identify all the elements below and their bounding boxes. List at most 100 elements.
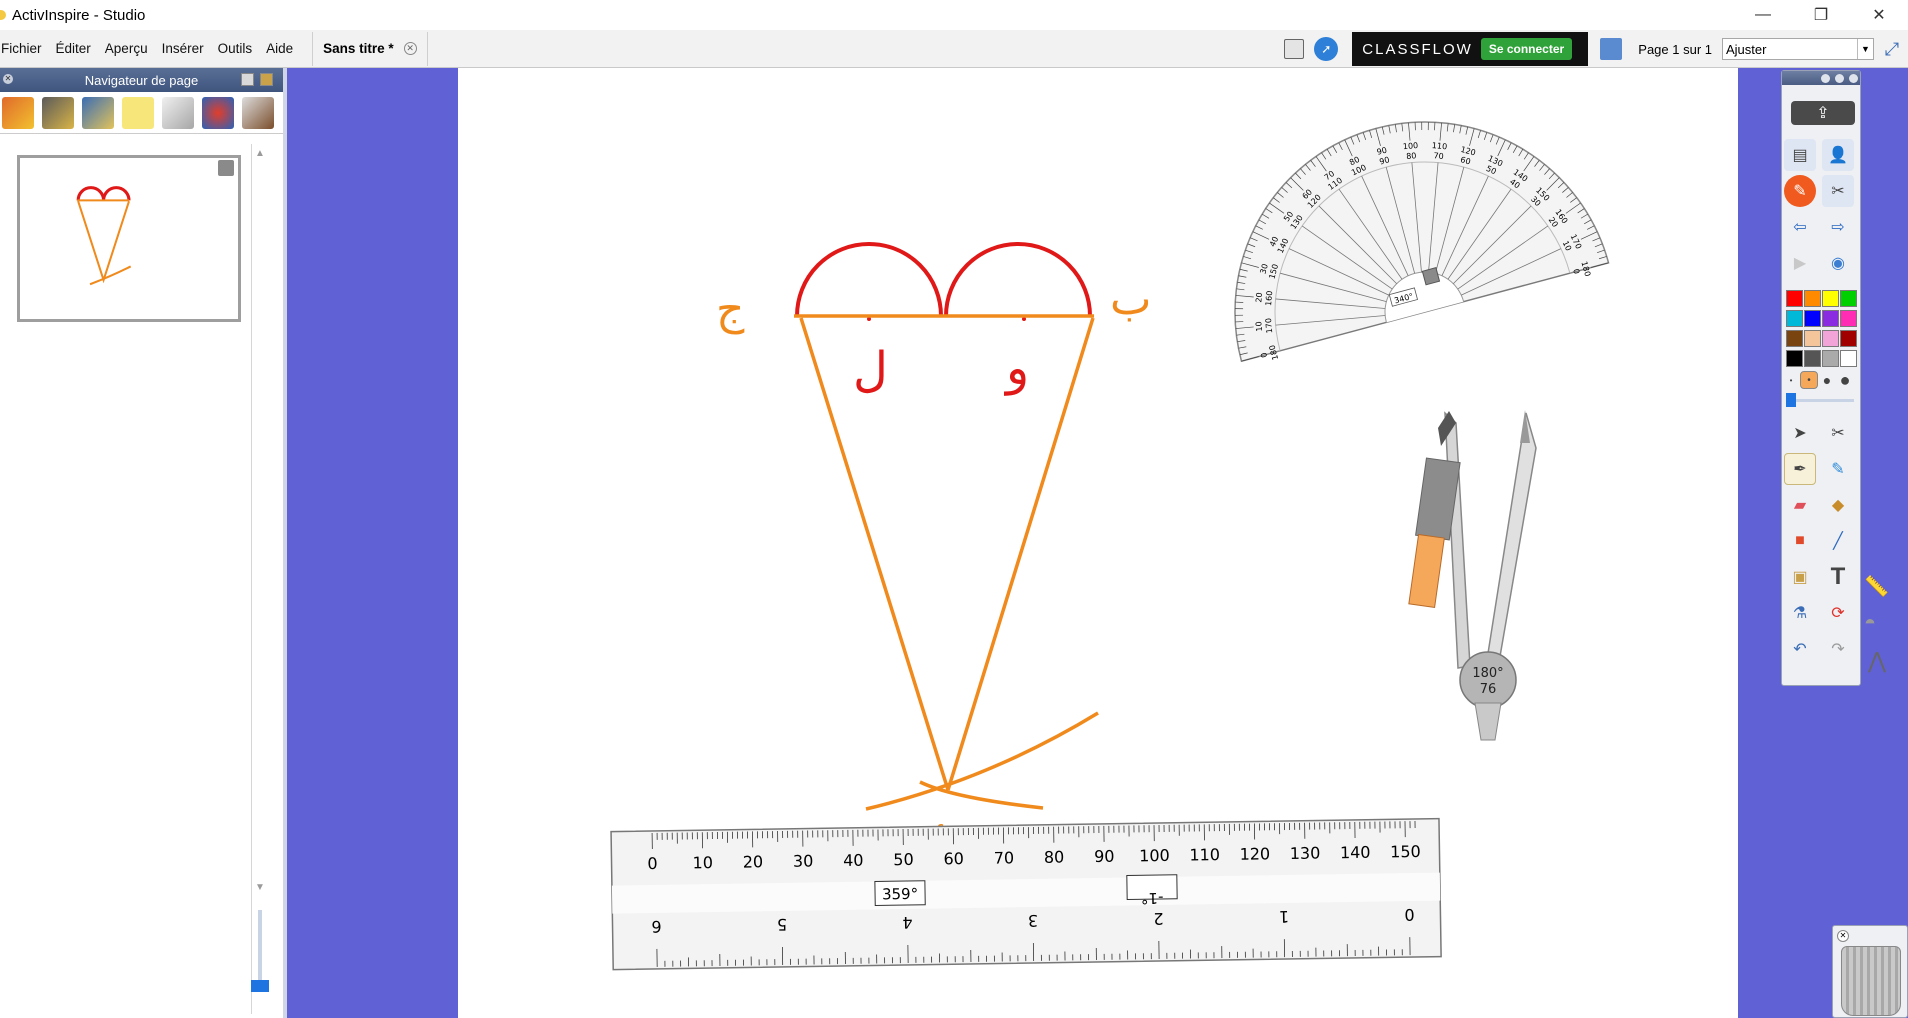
pen-icon[interactable]: ✒ [1784, 453, 1816, 485]
minimize-button[interactable]: — [1734, 0, 1792, 30]
select-icon[interactable]: ➤ [1784, 417, 1816, 449]
menu-apercu[interactable]: Aperçu [104, 41, 159, 56]
thumbnail-zoom-slider[interactable] [251, 900, 269, 1010]
redo-icon[interactable]: ↷ [1822, 633, 1854, 665]
ruler-cm-label: 80 [1044, 848, 1065, 867]
objects-icon[interactable] [82, 96, 114, 129]
previous-page-icon[interactable]: ⇦ [1784, 211, 1816, 243]
slider-handle[interactable] [251, 980, 269, 992]
zoom-select[interactable]: Ajuster ▼ [1722, 38, 1874, 60]
connector-icon[interactable]: ╱ [1822, 525, 1854, 557]
pin-icon[interactable] [260, 73, 273, 86]
menu-fichier[interactable]: Fichier [0, 41, 53, 56]
trash-icon[interactable] [1841, 946, 1901, 1016]
pen-mode-icon[interactable]: ✎ [1784, 175, 1816, 207]
ruler-icon[interactable]: 📏 [1864, 574, 1896, 604]
menu-outils[interactable]: Outils [217, 41, 264, 56]
next-page-icon[interactable]: ⇨ [1822, 211, 1854, 243]
color-pink[interactable] [1822, 330, 1839, 347]
pen-size-3-icon[interactable]: ● [1818, 371, 1836, 389]
pages-icon[interactable] [2, 96, 34, 129]
ruler-tool[interactable]: 0 10 20 30 40 50 60 70 80 90 100 110 120 130 140 150 65… [610, 817, 1442, 971]
trash-close-icon[interactable]: ✕ [1837, 930, 1849, 942]
pen-size-1-icon[interactable]: • [1782, 371, 1800, 389]
flipchart-canvas[interactable]: ج ب ل و أ 018010170201603015040140501306… [458, 68, 1738, 1018]
eraser-icon[interactable]: ▰ [1784, 489, 1816, 521]
play-icon[interactable]: ▶ [1784, 247, 1816, 279]
color-white[interactable] [1840, 350, 1857, 367]
tab-document[interactable]: Sans titre * ✕ [312, 31, 428, 66]
toolbox-pin-icon[interactable] [1835, 73, 1844, 83]
protractor-icon[interactable]: ◓ [1864, 612, 1896, 642]
pen-width-slider[interactable] [1786, 399, 1854, 402]
tab-close-icon[interactable]: ✕ [403, 42, 417, 55]
color-yellow[interactable] [1822, 290, 1839, 307]
color-cyan[interactable] [1786, 310, 1803, 327]
color-gray[interactable] [1822, 350, 1839, 367]
actions-icon[interactable] [202, 96, 234, 129]
protractor-menu-icon[interactable] [1421, 267, 1441, 286]
fullscreen-icon[interactable]: ⤢ [1880, 37, 1904, 61]
page-icon[interactable] [1600, 38, 1623, 60]
profile-icon[interactable]: 👤 [1822, 139, 1854, 171]
color-magenta[interactable] [1840, 310, 1857, 327]
image-icon[interactable]: ▣ [1784, 561, 1816, 593]
undo-icon[interactable]: ↶ [1784, 633, 1816, 665]
toolbox-menu-icon[interactable] [1821, 73, 1830, 83]
pen-width-handle[interactable] [1786, 393, 1796, 407]
color-brown[interactable] [1786, 330, 1803, 347]
magic-ink-icon[interactable]: ⚗ [1784, 597, 1816, 629]
page-thumbnail[interactable] [17, 155, 241, 322]
pen-size-2-icon[interactable]: • [1800, 371, 1818, 389]
rocket-icon[interactable]: ➚ [1314, 37, 1339, 61]
color-dark-red[interactable] [1840, 330, 1857, 347]
main-menu-icon[interactable]: ▤ [1784, 139, 1816, 171]
color-orange[interactable] [1804, 290, 1821, 307]
tab-document-label: Sans titre * [323, 41, 394, 56]
voting-icon[interactable] [242, 96, 274, 129]
close-button[interactable]: ✕ [1850, 0, 1908, 30]
navigator-scrollbar[interactable]: ▲ ▼ [251, 144, 269, 1014]
notes-icon[interactable] [122, 96, 154, 129]
properties-icon[interactable] [162, 96, 194, 129]
color-green[interactable] [1840, 290, 1857, 307]
refresh-icon[interactable]: ⟳ [1822, 597, 1854, 629]
resources-icon[interactable] [42, 96, 74, 129]
scroll-down-icon[interactable]: ▼ [255, 882, 265, 893]
page-notes-icon[interactable] [1284, 39, 1305, 59]
chevron-down-icon[interactable]: ▼ [1857, 39, 1873, 59]
color-black[interactable] [1786, 350, 1803, 367]
menu-aide[interactable]: Aide [265, 41, 304, 56]
menu-editer[interactable]: Éditer [55, 41, 102, 56]
protractor-outer-label: 100 [1403, 141, 1419, 151]
color-purple[interactable] [1822, 310, 1839, 327]
maximize-button[interactable]: ❐ [1792, 0, 1850, 30]
protractor-tool[interactable]: 018010 17020 16030150401405013060120701108… [1192, 79, 1610, 368]
page-menu-icon[interactable] [218, 160, 234, 176]
highlighter-icon[interactable]: ✎ [1822, 453, 1854, 485]
navigator-tools [0, 92, 283, 134]
share-icon[interactable]: ⇪ [1791, 101, 1855, 125]
color-blue[interactable] [1804, 310, 1821, 327]
tools-icon[interactable]: ✂ [1822, 417, 1854, 449]
compass-tool[interactable]: 180° 76 [1408, 410, 1537, 741]
shape-icon[interactable]: ■ [1784, 525, 1816, 557]
menu-icon[interactable] [241, 73, 254, 86]
navigator-splitter[interactable] [283, 68, 287, 1018]
text-icon[interactable]: T [1822, 561, 1854, 593]
pen-size-4-icon[interactable]: ● [1836, 370, 1854, 390]
menu-inserer[interactable]: Insérer [161, 41, 215, 56]
compass-icon[interactable]: ⋀ [1868, 648, 1900, 678]
fill-icon[interactable]: ◆ [1822, 489, 1854, 521]
close-icon[interactable]: ✕ [3, 74, 13, 84]
desktop-annotate-icon[interactable]: ✂ [1822, 175, 1854, 207]
protractor-inner-label: 0 [1571, 268, 1581, 275]
color-red[interactable] [1786, 290, 1803, 307]
connect-button[interactable]: Se connecter [1480, 38, 1573, 60]
globe-icon[interactable]: ◉ [1822, 247, 1854, 279]
color-dark-gray[interactable] [1804, 350, 1821, 367]
color-peach[interactable] [1804, 330, 1821, 347]
toolbox-close-icon[interactable] [1849, 73, 1858, 83]
scroll-up-icon[interactable]: ▲ [255, 148, 265, 159]
toolbox-header [1782, 71, 1860, 85]
